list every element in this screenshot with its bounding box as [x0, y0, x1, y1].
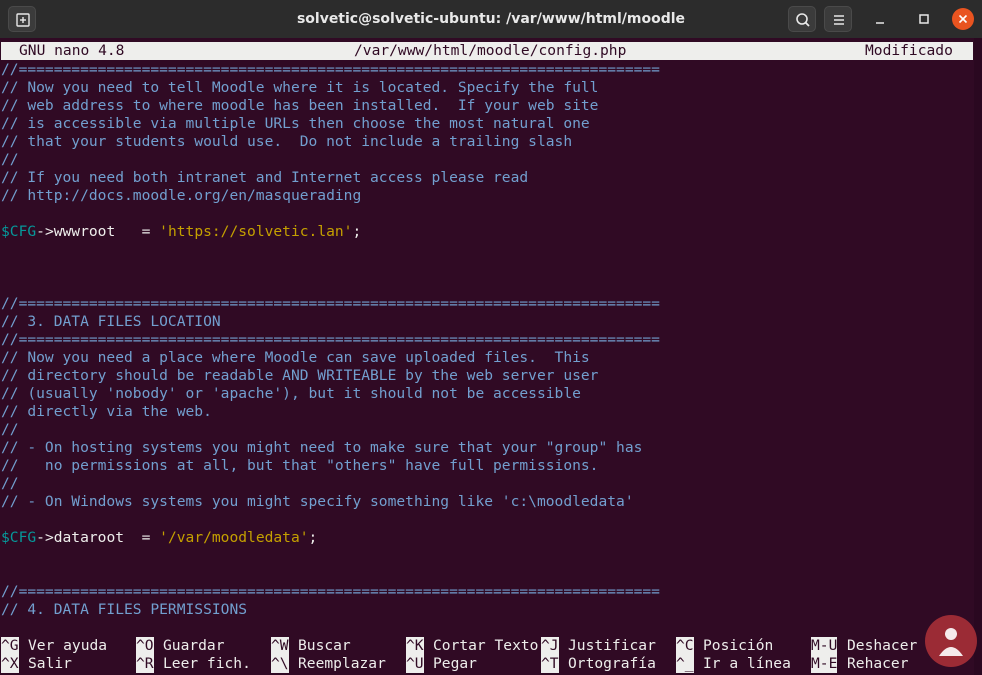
editor-line: // that your students would use. Do not …: [1, 133, 572, 151]
editor-line: // 3. DATA FILES LOCATION: [1, 313, 221, 331]
comment-text: //======================================…: [1, 295, 660, 312]
shortcut-key: ^J: [541, 637, 559, 655]
shortcut-key: ^G: [1, 637, 19, 655]
editor-line: //: [1, 151, 19, 169]
maximize-icon: [919, 14, 929, 24]
shortcut-label: Rehacer: [847, 655, 909, 672]
minimize-icon: [876, 22, 884, 24]
shortcut-key: ^W: [271, 637, 289, 655]
shortcut-label: Guardar: [163, 637, 225, 654]
editor-line: // 4. DATA FILES PERMISSIONS: [1, 601, 247, 619]
editor-line: //======================================…: [1, 331, 660, 349]
shortcut-label: Salir: [28, 655, 72, 672]
editor-line: // directory should be readable AND WRIT…: [1, 367, 598, 385]
search-button[interactable]: [788, 6, 816, 32]
comment-text: //======================================…: [1, 583, 660, 600]
shortcut-label: Justificar: [568, 637, 656, 654]
shortcut-label: Deshacer: [847, 637, 918, 654]
comment-text: // directory should be readable AND WRIT…: [1, 367, 599, 384]
nano-status: Modificado: [865, 42, 953, 59]
shortcut-label: Reemplazar: [298, 655, 386, 672]
minimize-button[interactable]: [866, 6, 894, 32]
string-literal: '/var/moodledata': [159, 529, 309, 546]
shortcut-key: ^T: [541, 655, 559, 673]
variable-name: $CFG: [1, 223, 37, 240]
editor-line: // - On Windows systems you might specif…: [1, 493, 634, 511]
editor-line: // web address to where moodle has been …: [1, 97, 598, 115]
assignment-text: ->dataroot =: [36, 529, 160, 546]
nano-header-bar: GNU nano 4.8 /var/www/html/moodle/config…: [1, 42, 973, 60]
editor-line: //======================================…: [1, 295, 660, 313]
shortcut-key: ^R: [136, 655, 154, 673]
editor-line: // http://docs.moodle.org/en/masqueradin…: [1, 187, 361, 205]
editor-line: // directly via the web.: [1, 403, 212, 421]
comment-text: // (usually 'nobody' or 'apache'), but i…: [1, 385, 581, 402]
close-icon: [958, 14, 968, 24]
shortcut-key: M-U: [811, 637, 838, 655]
shortcut-key: ^X: [1, 655, 19, 673]
comment-text: //: [1, 475, 19, 492]
comment-text: // no permissions at all, but that "othe…: [1, 457, 599, 474]
editor-line: // Now you need to tell Moodle where it …: [1, 79, 598, 97]
shortcut-key: ^\: [271, 655, 289, 673]
comment-text: //: [1, 421, 19, 438]
editor-line: $CFG->wwwroot = 'https://solvetic.lan';: [1, 223, 361, 241]
comment-text: // - On hosting systems you might need t…: [1, 439, 643, 456]
editor-line: //======================================…: [1, 583, 660, 601]
comment-text: // directly via the web.: [1, 403, 212, 420]
string-literal: 'https://solvetic.lan': [159, 223, 353, 240]
watermark-logo: [925, 615, 977, 667]
terminal-scrollbar[interactable]: [974, 38, 982, 675]
shortcut-label: Buscar: [298, 637, 351, 654]
shortcut-key: M-E: [811, 655, 838, 673]
comment-text: // is accessible via multiple URLs then …: [1, 115, 590, 132]
comment-text: // Now you need to tell Moodle where it …: [1, 79, 599, 96]
comment-text: // Now you need a place where Moodle can…: [1, 349, 590, 366]
comment-text: // - On Windows systems you might specif…: [1, 493, 634, 510]
editor-line: // no permissions at all, but that "othe…: [1, 457, 598, 475]
editor-line: // - On hosting systems you might need t…: [1, 439, 642, 457]
shortcut-key: ^O: [136, 637, 154, 655]
search-icon: [796, 13, 810, 27]
hamburger-icon: [834, 15, 844, 25]
shortcut-label: Ortografía: [568, 655, 656, 672]
comment-text: // that your students would use. Do not …: [1, 133, 573, 150]
editor-line: // If you need both intranet and Interne…: [1, 169, 528, 187]
shortcut-label: Posición: [703, 637, 774, 654]
shortcut-label: Leer fich.: [163, 655, 251, 672]
editor-line: $CFG->dataroot = '/var/moodledata';: [1, 529, 317, 547]
shortcut-key: ^C: [676, 637, 694, 655]
comment-text: //======================================…: [1, 331, 660, 348]
title-bar: solvetic@solvetic-ubuntu: /var/www/html/…: [0, 0, 982, 38]
shortcut-label: Ir a línea: [703, 655, 791, 672]
editor-line: // (usually 'nobody' or 'apache'), but i…: [1, 385, 581, 403]
menu-button[interactable]: [824, 6, 852, 32]
shortcut-label: Ver ayuda: [28, 637, 108, 654]
comment-text: // http://docs.moodle.org/en/masqueradin…: [1, 187, 362, 204]
nano-version: GNU nano 4.8: [19, 42, 125, 59]
editor-line: //======================================…: [1, 61, 660, 79]
nano-filename: /var/www/html/moodle/config.php: [354, 42, 627, 59]
shortcut-key: ^_: [676, 655, 694, 673]
assignment-text: ->wwwroot =: [36, 223, 160, 240]
comment-text: //: [1, 151, 19, 168]
shortcut-label: Pegar: [433, 655, 477, 672]
editor-line: // is accessible via multiple URLs then …: [1, 115, 590, 133]
editor-line: // Now you need a place where Moodle can…: [1, 349, 590, 367]
comment-text: // If you need both intranet and Interne…: [1, 169, 529, 186]
comment-text: // 4. DATA FILES PERMISSIONS: [1, 601, 248, 618]
editor-line: //: [1, 475, 19, 493]
editor-line: //: [1, 421, 19, 439]
shortcut-key: ^U: [406, 655, 424, 673]
shortcut-key: ^K: [406, 637, 424, 655]
semicolon: ;: [308, 529, 318, 546]
maximize-button[interactable]: [910, 6, 938, 32]
comment-text: // 3. DATA FILES LOCATION: [1, 313, 221, 330]
comment-text: //======================================…: [1, 61, 660, 78]
close-button[interactable]: [952, 8, 974, 30]
comment-text: // web address to where moodle has been …: [1, 97, 599, 114]
variable-name: $CFG: [1, 529, 37, 546]
semicolon: ;: [352, 223, 362, 240]
shortcut-label: Cortar Texto: [433, 637, 539, 654]
